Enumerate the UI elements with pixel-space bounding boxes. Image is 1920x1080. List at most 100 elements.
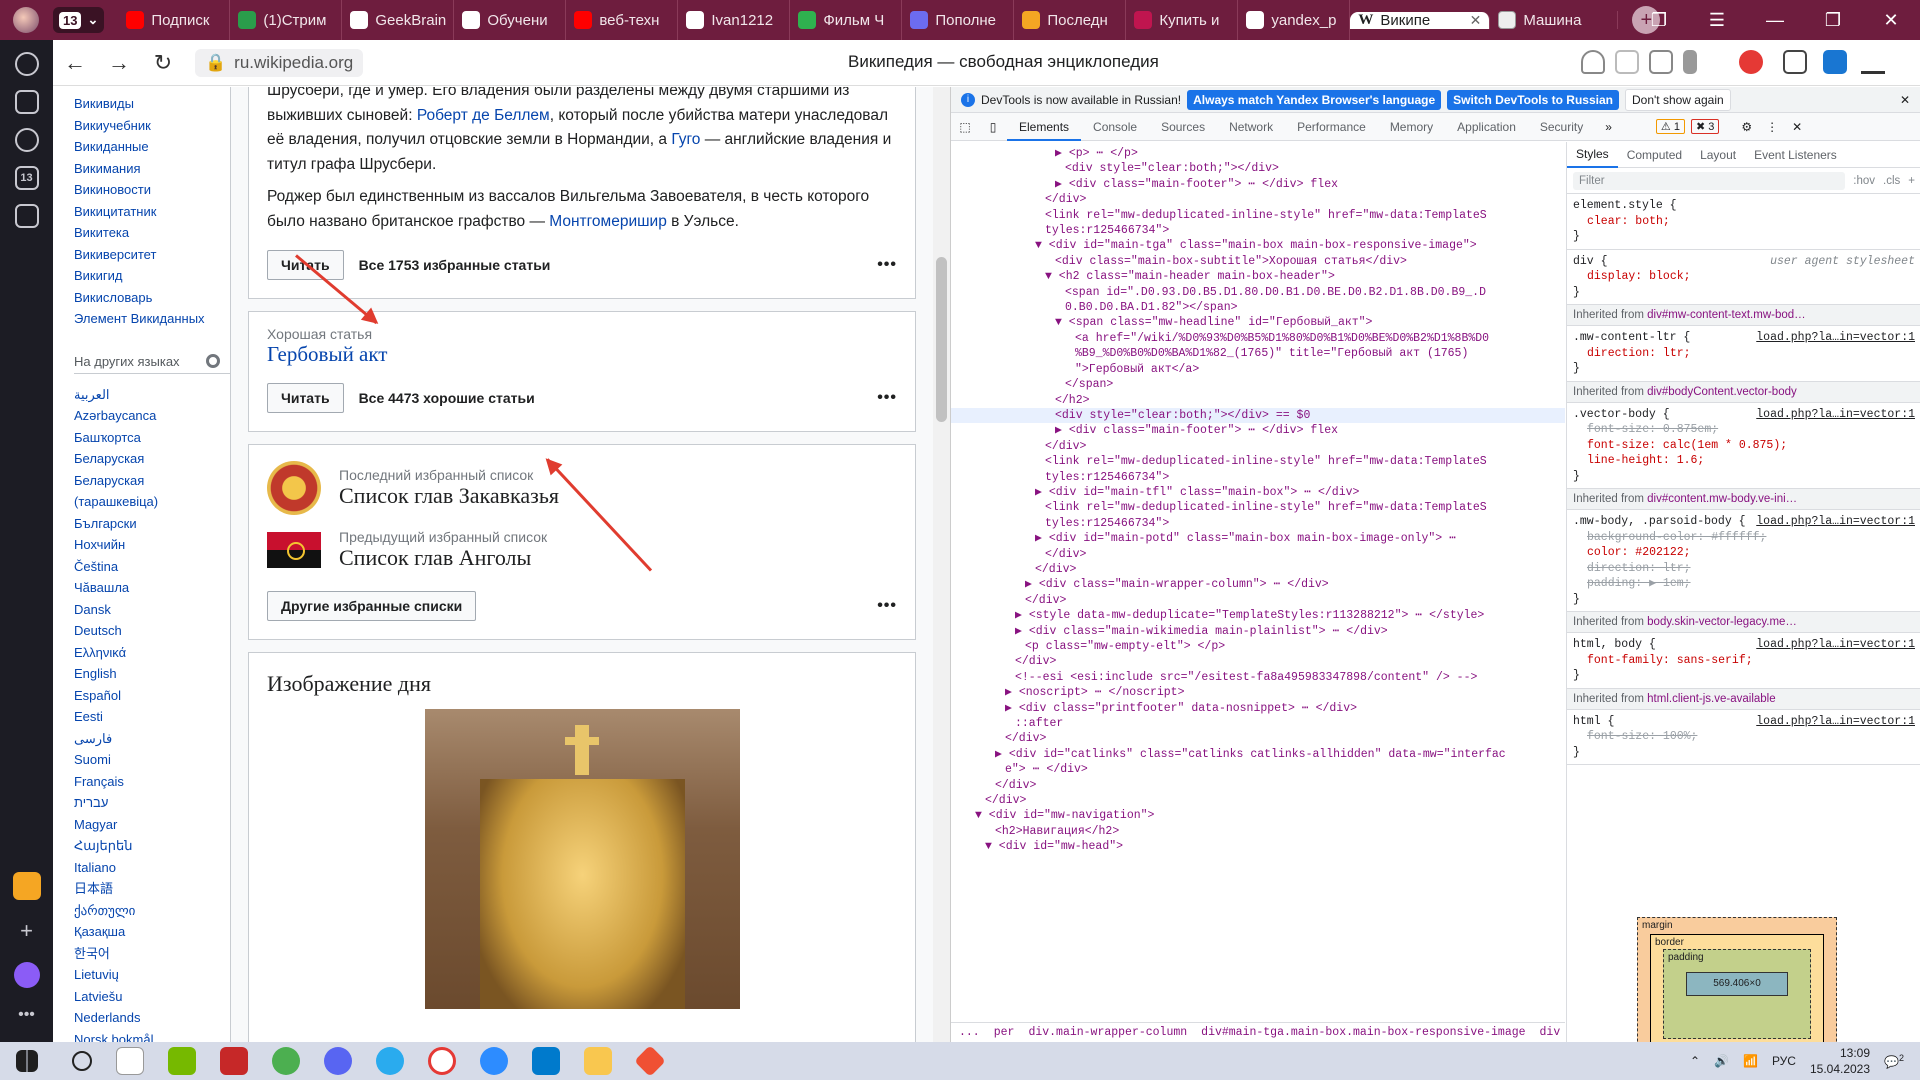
forward-icon[interactable]: → <box>97 50 141 76</box>
match-language-button[interactable]: Always match Yandex Browser's language <box>1187 89 1442 110</box>
tab-6[interactable]: Фильм Ч <box>790 0 903 40</box>
device-icon[interactable]: ▯ <box>979 120 1007 134</box>
error-badge[interactable]: ✖ 3 <box>1690 119 1720 134</box>
dom-node-line[interactable]: %B9_%D0%B0%D0%BA%D1%82_(1765)" title="Ге… <box>951 346 1565 361</box>
project-link[interactable]: Викиучебник <box>74 115 230 137</box>
windows-start-icon[interactable] <box>16 1050 38 1072</box>
breadcrumb-item[interactable]: ... <box>959 1026 980 1039</box>
dom-node-line[interactable]: ▶ <div id="main-potd" class="main-box ma… <box>951 531 1565 546</box>
notification-icon[interactable]: 💬2 <box>1884 1053 1904 1069</box>
extension-icon[interactable] <box>1649 50 1673 74</box>
dom-node-line[interactable]: <!--esi <esi:include src="/esitest-fa8a4… <box>951 670 1565 685</box>
kebab-icon[interactable]: ⋮ <box>1766 120 1778 134</box>
dom-node-line[interactable]: <div style="clear:both;"></div> == $0 <box>951 407 1565 424</box>
breadcrumb-item[interactable]: div.main-wrapper-column <box>1028 1026 1187 1039</box>
dom-node-line[interactable]: </span> <box>951 377 1565 392</box>
rule-declaration[interactable]: background-color: #ffffff; <box>1587 531 1766 544</box>
tab-next[interactable]: Машина <box>1490 11 1619 29</box>
reload-icon[interactable]: ↻ <box>141 50 185 76</box>
language-link[interactable]: Нохчийн <box>74 534 230 556</box>
add-rule-icon[interactable]: + <box>1908 175 1915 187</box>
inherited-selector[interactable]: div#content.mw-body.ve-ini… <box>1647 493 1797 505</box>
play-icon[interactable] <box>14 128 39 152</box>
rule-source-link[interactable]: load.php?la…in=vector:1 <box>1756 407 1915 423</box>
screenshot-icon[interactable] <box>1823 50 1847 74</box>
dom-node-line[interactable]: 0.B0.D0.BA.D1.82"></span> <box>951 300 1565 315</box>
inherited-selector[interactable]: div#bodyContent.vector-body <box>1647 386 1797 398</box>
rule-declaration[interactable]: font-size: calc(1em * 0.875); <box>1587 439 1787 452</box>
more-icon[interactable]: ••• <box>18 1006 35 1024</box>
last-list-title[interactable]: Список глав Закавказья <box>339 483 559 509</box>
dom-node-line[interactable]: <link rel="mw-deduplicated-inline-style"… <box>951 208 1565 223</box>
project-link[interactable]: Викивиды <box>74 93 230 115</box>
image-of-day-photo[interactable] <box>424 709 740 1009</box>
search-icon[interactable] <box>72 1051 92 1071</box>
dom-node-line[interactable]: e"> ⋯ </div> <box>951 762 1565 777</box>
more-icon[interactable]: ••• <box>877 389 897 407</box>
language-link[interactable]: 日本語 <box>74 878 230 900</box>
dom-node-line[interactable]: ▶ <div id="catlinks" class="catlinks cat… <box>951 747 1565 762</box>
language-link[interactable]: ქართული <box>74 900 230 922</box>
language-link[interactable]: 한국어 <box>74 943 230 965</box>
add-icon[interactable]: + <box>20 918 33 944</box>
bookmarks-icon[interactable]: ❐ <box>1630 10 1688 31</box>
all-featured-link[interactable]: Все 1753 избранные статьи <box>359 257 551 273</box>
tab-counter-button[interactable]: 13 ⌄ <box>53 7 105 33</box>
dom-node-line[interactable]: ▶ <div class="main-wikimedia main-plainl… <box>951 624 1565 639</box>
good-article-title[interactable]: Гербовый акт <box>267 342 897 367</box>
headphones-icon[interactable] <box>1581 50 1605 74</box>
dom-node-line[interactable]: ▶ <noscript> ⋯ </noscript> <box>951 685 1565 700</box>
dom-node-line[interactable]: </div> <box>951 439 1565 454</box>
dom-node-line[interactable]: </div> <box>951 654 1565 669</box>
dom-node-line[interactable]: ▶ <div class="printfooter" data-nosnippe… <box>951 701 1565 716</box>
rule-declaration[interactable]: clear: both; <box>1587 215 1670 228</box>
dom-node-line[interactable]: </div> <box>951 778 1565 793</box>
box-model-content[interactable]: 569.406×0 <box>1686 972 1788 996</box>
tab-3[interactable]: Обучени <box>454 0 567 40</box>
styles-tab[interactable]: Event Listeners <box>1745 148 1846 162</box>
rule-declaration[interactable]: line-height: 1.6; <box>1587 454 1704 467</box>
telegram-icon[interactable] <box>376 1047 404 1075</box>
language-link[interactable]: Deutsch <box>74 620 230 642</box>
dom-node-line[interactable]: <div style="clear:both;"></div> <box>951 161 1565 176</box>
link-robert[interactable]: Роберт де Беллем <box>417 107 550 124</box>
language-link[interactable]: Lietuvių <box>74 964 230 986</box>
language-link[interactable]: Azərbaycanca <box>74 405 230 427</box>
utorrent-icon[interactable] <box>272 1047 300 1075</box>
link-hugo[interactable]: Гуго <box>671 131 700 148</box>
camera-icon[interactable] <box>14 204 39 228</box>
devtools-tab-application[interactable]: Application <box>1445 113 1528 141</box>
dom-node-line[interactable]: ▶ <div id="main-tfl" class="main-box"> ⋯… <box>951 485 1565 500</box>
project-link[interactable]: Викисловарь <box>74 287 230 309</box>
devtools-tab-security[interactable]: Security <box>1528 113 1595 141</box>
language-link[interactable]: Български <box>74 513 230 535</box>
project-link[interactable]: Викигид <box>74 265 230 287</box>
dom-node-line[interactable]: <a href="/wiki/%D0%93%D0%B5%D1%80%D0%B1%… <box>951 331 1565 346</box>
bookmark-icon[interactable] <box>1683 50 1697 74</box>
discord-icon[interactable] <box>324 1047 352 1075</box>
other-lists-button[interactable]: Другие избранные списки <box>267 591 477 621</box>
settings-icon[interactable]: ⚙ <box>1741 120 1752 134</box>
rule-declaration[interactable]: color: #202122; <box>1587 546 1691 559</box>
language-link[interactable]: Հայերեն <box>74 835 230 857</box>
language-link[interactable]: Eesti <box>74 706 230 728</box>
profile-avatar[interactable] <box>13 7 39 33</box>
close-icon[interactable]: ✕ <box>1900 93 1910 107</box>
dom-node-line[interactable]: ▼ <div id="mw-head"> <box>951 839 1565 854</box>
language-link[interactable]: Қазақша <box>74 921 230 943</box>
inspect-icon[interactable]: ⬚ <box>951 120 979 134</box>
language-link[interactable]: Nederlands <box>74 1007 230 1029</box>
chevron-up-icon[interactable]: ⌃ <box>1690 1054 1700 1068</box>
dom-node-line[interactable]: tyles:r125466734"> <box>951 223 1565 238</box>
dom-node-line[interactable]: tyles:r125466734"> <box>951 516 1565 531</box>
dom-node-line[interactable]: ▶ <style data-mw-deduplicate="TemplateSt… <box>951 608 1565 623</box>
language-link[interactable]: Башҡортса <box>74 427 230 449</box>
project-link[interactable]: Викиновости <box>74 179 230 201</box>
language-link[interactable]: Norsk bokmål <box>74 1029 230 1043</box>
rule-source-link[interactable]: load.php?la…in=vector:1 <box>1756 514 1915 530</box>
styles-filter-input[interactable]: Filter <box>1573 171 1846 190</box>
collections-icon[interactable] <box>14 90 39 114</box>
rule-source-link[interactable]: load.php?la…in=vector:1 <box>1756 714 1915 730</box>
rule-source-link[interactable]: load.php?la…in=vector:1 <box>1756 637 1915 653</box>
project-link[interactable]: Викиданные <box>74 136 230 158</box>
